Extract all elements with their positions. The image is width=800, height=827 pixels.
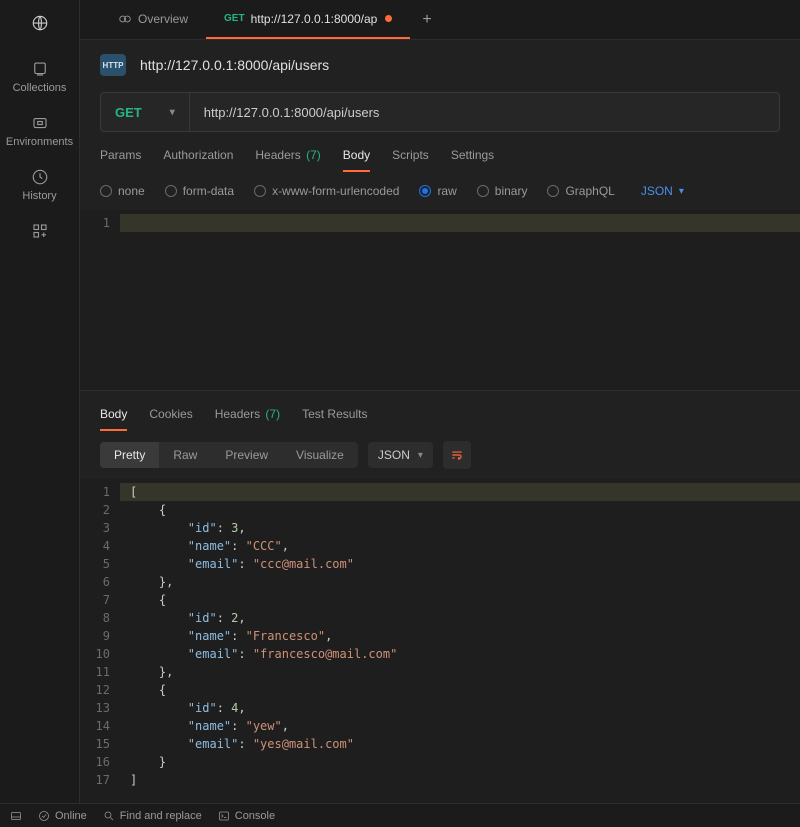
sidebar-item-label: History bbox=[22, 190, 56, 202]
url-bar: GET ▾ bbox=[100, 92, 780, 132]
resp-tab-headers[interactable]: Headers (7) bbox=[215, 407, 280, 431]
http-badge: HTTP bbox=[100, 54, 126, 76]
view-preview-button[interactable]: Preview bbox=[211, 442, 282, 468]
radio-binary[interactable]: binary bbox=[477, 184, 528, 198]
sidebar-rail: Collections Environments History bbox=[0, 0, 80, 803]
response-body-editor[interactable]: 1234567891011121314151617 [ { "id": 3, "… bbox=[80, 479, 800, 803]
radio-raw[interactable]: raw bbox=[419, 184, 456, 198]
tab-add-button[interactable]: + bbox=[410, 11, 443, 29]
sidebar-item-collections[interactable]: Collections bbox=[0, 60, 79, 94]
radio-none[interactable]: none bbox=[100, 184, 145, 198]
workspace-icon[interactable] bbox=[0, 14, 79, 32]
radio-form-data[interactable]: form-data bbox=[165, 184, 234, 198]
collections-icon bbox=[31, 60, 49, 78]
sidebar-item-label: Collections bbox=[13, 82, 67, 94]
body-format-select[interactable]: JSON ▾ bbox=[641, 184, 684, 198]
resp-lang-select[interactable]: JSON ▾ bbox=[368, 442, 433, 468]
sidebar-item-environments[interactable]: Environments bbox=[0, 114, 79, 148]
view-visualize-button[interactable]: Visualize bbox=[282, 442, 358, 468]
request-body-editor[interactable]: 1 bbox=[80, 210, 800, 390]
tab-request[interactable]: GET http://127.0.0.1:8000/ap bbox=[206, 0, 410, 39]
tab-settings[interactable]: Settings bbox=[451, 148, 494, 172]
history-icon bbox=[31, 168, 49, 186]
view-pretty-button[interactable]: Pretty bbox=[100, 442, 159, 468]
chevron-down-icon: ▾ bbox=[170, 107, 175, 118]
environments-icon bbox=[31, 114, 49, 132]
radio-graphql[interactable]: GraphQL bbox=[547, 184, 614, 198]
status-online[interactable]: Online bbox=[38, 810, 87, 822]
tab-overview[interactable]: Overview bbox=[100, 0, 206, 39]
view-raw-button[interactable]: Raw bbox=[159, 442, 211, 468]
sidebar-item-history[interactable]: History bbox=[0, 168, 79, 202]
method-select[interactable]: GET ▾ bbox=[101, 93, 190, 131]
tab-authorization[interactable]: Authorization bbox=[163, 148, 233, 172]
url-input[interactable] bbox=[190, 93, 779, 131]
grid-add-icon bbox=[31, 222, 49, 240]
status-bar: Online Find and replace Console bbox=[0, 803, 800, 827]
radio-xwww[interactable]: x-www-form-urlencoded bbox=[254, 184, 399, 198]
resp-tab-cookies[interactable]: Cookies bbox=[149, 407, 192, 431]
tab-headers[interactable]: Headers (7) bbox=[255, 148, 320, 172]
sidebar-item-label: Environments bbox=[6, 136, 73, 148]
sidebar-item-more[interactable] bbox=[0, 222, 79, 240]
status-find-replace[interactable]: Find and replace bbox=[103, 810, 202, 822]
wrap-lines-button[interactable] bbox=[443, 441, 471, 469]
method-label: GET bbox=[115, 105, 142, 120]
request-tabs: Overview GET http://127.0.0.1:8000/ap + bbox=[80, 0, 800, 40]
chevron-down-icon: ▾ bbox=[418, 450, 423, 461]
editor-gutter: 1234567891011121314151617 bbox=[80, 479, 120, 803]
status-console[interactable]: Console bbox=[218, 810, 275, 822]
tab-body[interactable]: Body bbox=[343, 148, 370, 172]
tab-label: http://127.0.0.1:8000/ap bbox=[251, 12, 378, 26]
editor-gutter: 1 bbox=[80, 210, 120, 390]
status-panel-toggle[interactable] bbox=[10, 810, 22, 822]
overview-icon bbox=[118, 12, 132, 26]
resp-tab-test-results[interactable]: Test Results bbox=[302, 407, 367, 431]
tab-label: Overview bbox=[138, 12, 188, 26]
request-title: http://127.0.0.1:8000/api/users bbox=[140, 57, 329, 73]
resp-tab-body[interactable]: Body bbox=[100, 407, 127, 431]
tab-params[interactable]: Params bbox=[100, 148, 141, 172]
unsaved-dot-icon bbox=[385, 15, 392, 22]
tab-method: GET bbox=[224, 13, 245, 24]
tab-scripts[interactable]: Scripts bbox=[392, 148, 429, 172]
resp-view-mode: Pretty Raw Preview Visualize bbox=[100, 442, 358, 468]
chevron-down-icon: ▾ bbox=[679, 186, 684, 197]
